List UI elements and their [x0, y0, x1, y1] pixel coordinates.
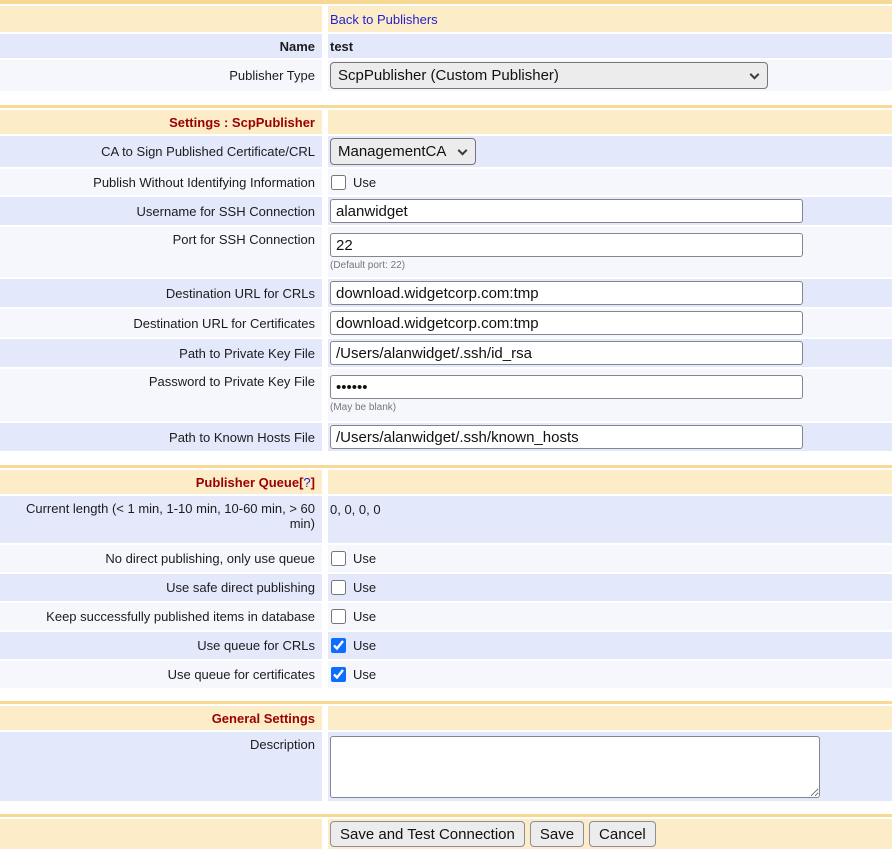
name-value: test [330, 39, 353, 54]
known-hosts-path-input[interactable] [330, 425, 803, 449]
save-button[interactable]: Save [530, 821, 584, 847]
known-hosts-path-label: Path to Known Hosts File [169, 430, 315, 445]
queue-length-label: Current length (< 1 min, 1-10 min, 10-60… [4, 501, 315, 531]
no-direct-publishing-label: No direct publishing, only use queue [105, 551, 315, 566]
checkbox-use-label: Use [353, 551, 376, 566]
ssh-username-input[interactable] [330, 199, 803, 223]
private-key-path-input[interactable] [330, 341, 803, 365]
save-and-test-connection-button[interactable]: Save and Test Connection [330, 821, 525, 847]
use-queue-crls-label: Use queue for CRLs [197, 638, 315, 653]
private-key-password-note: (May be blank) [330, 402, 803, 413]
private-key-password-input[interactable] [330, 375, 803, 399]
queue-length-value: 0, 0, 0, 0 [330, 502, 381, 517]
section-settings-border [0, 105, 892, 108]
header-spacer-cell [0, 6, 322, 32]
safe-direct-publishing-checkbox[interactable] [331, 580, 346, 595]
queue-section-title: Publisher Queue [196, 475, 299, 490]
queue-help-link[interactable]: ? [303, 475, 310, 490]
ca-sign-select[interactable]: ManagementCA [330, 138, 476, 165]
ssh-port-input[interactable] [330, 233, 803, 257]
section-queue-border [0, 465, 892, 468]
cert-url-label: Destination URL for Certificates [133, 316, 315, 331]
section-footer-border [0, 814, 892, 817]
footer-spacer-cell [0, 819, 322, 849]
checkbox-use-label: Use [353, 609, 376, 624]
checkbox-use-label: Use [353, 580, 376, 595]
private-key-path-label: Path to Private Key File [179, 346, 315, 361]
name-label: Name [280, 39, 315, 54]
keep-published-items-label: Keep successfully published items in dat… [46, 609, 315, 624]
keep-published-items-checkbox[interactable] [331, 609, 346, 624]
checkbox-use-label: Use [353, 638, 376, 653]
publisher-type-select[interactable]: ScpPublisher (Custom Publisher) [330, 62, 768, 89]
ssh-port-note: (Default port: 22) [330, 260, 803, 271]
general-section-title: General Settings [212, 711, 315, 726]
description-label: Description [250, 737, 315, 752]
description-textarea[interactable] [330, 736, 820, 798]
help-bracket-close: ] [311, 475, 315, 490]
use-queue-crls-checkbox[interactable] [331, 638, 346, 653]
publisher-type-label: Publisher Type [229, 68, 315, 83]
section-footer: Save and Test Connection Save Cancel [0, 814, 892, 849]
section-settings: Settings : ScpPublisher CA to Sign Publi… [0, 105, 892, 451]
private-key-password-label: Password to Private Key File [149, 374, 315, 389]
back-to-publishers-link[interactable]: Back to Publishers [330, 12, 438, 27]
section-general-settings: General Settings Description [0, 701, 892, 801]
section-general-border [0, 701, 892, 704]
use-queue-certificates-label: Use queue for certificates [168, 667, 315, 682]
anonymize-label: Publish Without Identifying Information [93, 175, 315, 190]
edit-publisher-page: Back to Publishers Name test Publisher T… [0, 0, 892, 849]
anonymize-checkbox-label: Use [353, 175, 376, 190]
ssh-username-label: Username for SSH Connection [137, 204, 315, 219]
cancel-button[interactable]: Cancel [589, 821, 656, 847]
use-queue-certificates-checkbox[interactable] [331, 667, 346, 682]
checkbox-use-label: Use [353, 667, 376, 682]
crl-url-input[interactable] [330, 281, 803, 305]
anonymize-checkbox[interactable] [331, 175, 346, 190]
section-top: Back to Publishers Name test Publisher T… [0, 0, 892, 91]
crl-url-label: Destination URL for CRLs [166, 286, 315, 301]
ca-sign-label: CA to Sign Published Certificate/CRL [101, 144, 315, 159]
safe-direct-publishing-label: Use safe direct publishing [166, 580, 315, 595]
ssh-port-label: Port for SSH Connection [173, 232, 315, 247]
no-direct-publishing-checkbox[interactable] [331, 551, 346, 566]
settings-section-title: Settings : ScpPublisher [169, 115, 315, 130]
cert-url-input[interactable] [330, 311, 803, 335]
section-top-border [0, 0, 892, 4]
section-publisher-queue: Publisher Queue[?] Current length (< 1 m… [0, 465, 892, 688]
